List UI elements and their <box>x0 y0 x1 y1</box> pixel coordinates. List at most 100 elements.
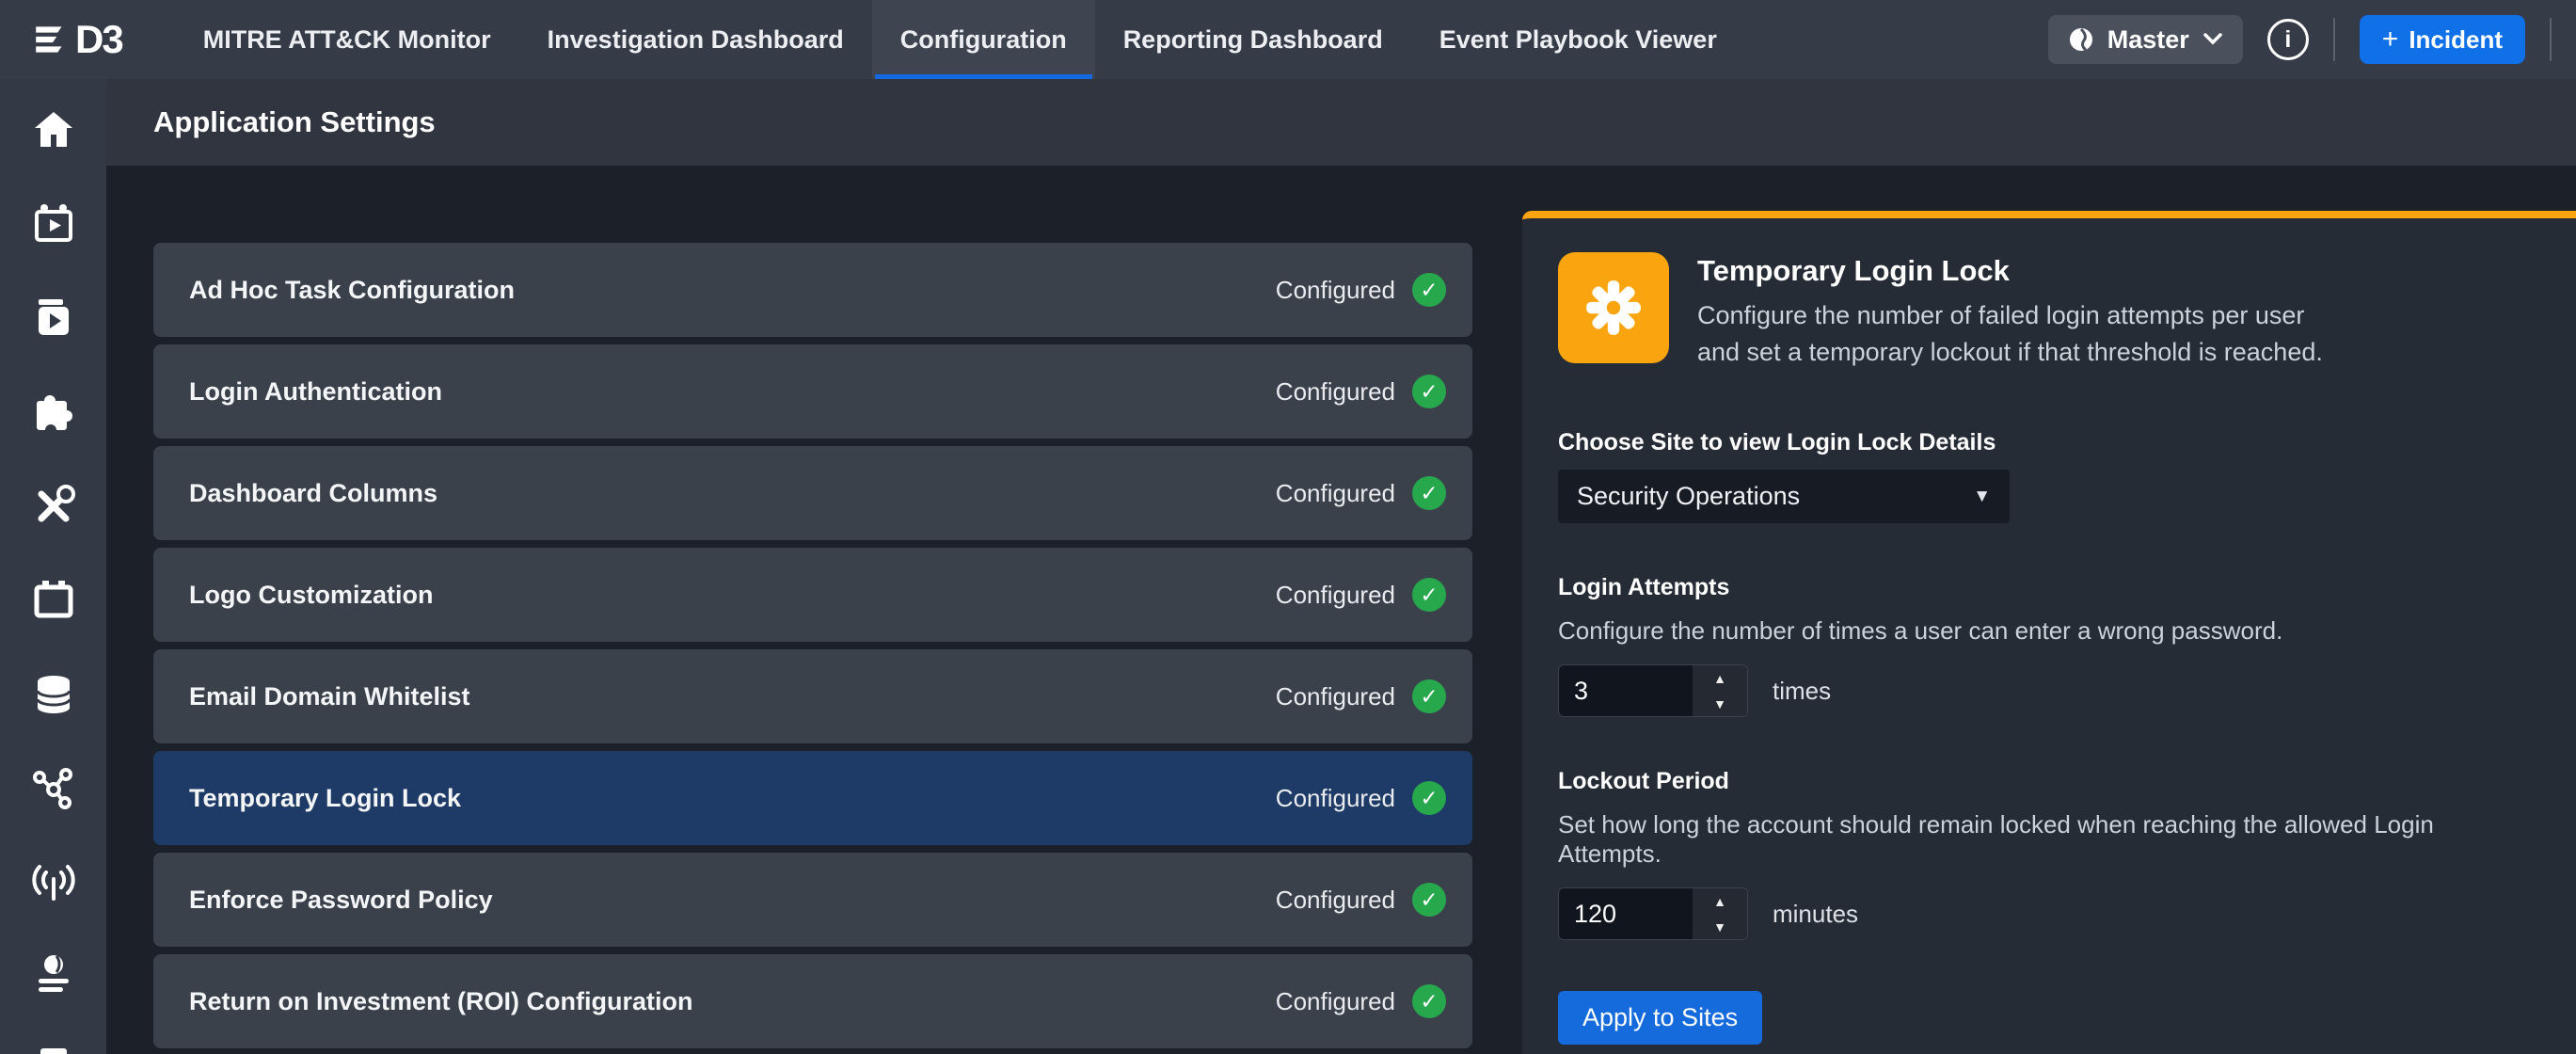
tab-event-playbook-viewer[interactable]: Event Playbook Viewer <box>1411 0 1745 79</box>
tools-icon <box>31 484 76 529</box>
login-attempts-input-row: ▲ ▼ times <box>1558 664 2538 717</box>
settings-row-label: Return on Investment (ROI) Configuration <box>189 987 692 1016</box>
sidebar-item-events[interactable] <box>0 553 106 647</box>
sidebar-item-broadcast[interactable] <box>0 836 106 930</box>
detail-panel-title: Temporary Login Lock <box>1697 254 2323 288</box>
login-attempts-description: Configure the number of times a user can… <box>1558 616 2538 646</box>
calendar-icon <box>31 578 76 623</box>
d3-logo[interactable]: D3 <box>32 0 122 79</box>
login-attempts-input[interactable] <box>1559 665 1693 716</box>
settings-row-email-domain-whitelist[interactable]: Email Domain Whitelist Configured ✓ <box>153 649 1472 743</box>
puzzle-icon <box>31 390 76 435</box>
site-select-value: Security Operations <box>1577 482 1800 511</box>
dropdown-arrow-icon: ▼ <box>1973 487 1991 507</box>
settings-row-label: Temporary Login Lock <box>189 784 461 813</box>
status-label: Configured <box>1276 276 1395 305</box>
chevron-down-icon <box>2202 30 2224 49</box>
settings-row-login-authentication[interactable]: Login Authentication Configured ✓ <box>153 344 1472 439</box>
sidebar-item-data-management[interactable] <box>0 647 106 742</box>
status-label: Configured <box>1276 987 1395 1016</box>
settings-row-label: Dashboard Columns <box>189 479 437 508</box>
arrow-up-icon: ▲ <box>1713 671 1726 686</box>
nav-right-controls: Master i + Incident <box>2048 0 2552 79</box>
settings-row-enforce-password-policy[interactable]: Enforce Password Policy Configured ✓ <box>153 853 1472 947</box>
site-select-dropdown[interactable]: Security Operations ▼ <box>1558 470 2010 523</box>
tab-reporting-dashboard[interactable]: Reporting Dashboard <box>1095 0 1411 79</box>
gear-icon <box>1582 277 1645 339</box>
settings-row-label: Ad Hoc Task Configuration <box>189 276 515 305</box>
info-button[interactable]: i <box>2267 19 2309 60</box>
status-label: Configured <box>1276 377 1395 407</box>
arrow-down-icon: ▼ <box>1713 919 1726 934</box>
detail-panel-header-text: Temporary Login Lock Configure the numbe… <box>1697 252 2323 371</box>
spin-down-button[interactable]: ▼ <box>1693 691 1747 716</box>
arrow-down-icon: ▼ <box>1713 696 1726 711</box>
sidebar-item-utilities[interactable] <box>0 459 106 553</box>
lockout-period-unit: minutes <box>1773 900 1858 929</box>
globe-icon <box>2067 25 2095 54</box>
new-incident-button[interactable]: + Incident <box>2360 15 2525 64</box>
nav-divider <box>2333 18 2335 61</box>
settings-row-roi-configuration[interactable]: Return on Investment (ROI) Configuration… <box>153 954 1472 1048</box>
tab-investigation-dashboard[interactable]: Investigation Dashboard <box>519 0 872 79</box>
configured-check-icon: ✓ <box>1412 476 1446 510</box>
configured-check-icon: ✓ <box>1412 578 1446 612</box>
lockout-period-input[interactable] <box>1559 888 1693 939</box>
settings-row-ad-hoc-task-configuration[interactable]: Ad Hoc Task Configuration Configured ✓ <box>153 243 1472 337</box>
tab-mitre-attck-monitor[interactable]: MITRE ATT&CK Monitor <box>175 0 519 79</box>
sidebar-item-home[interactable] <box>0 83 106 177</box>
spin-up-button[interactable]: ▲ <box>1693 665 1747 691</box>
settings-list: Ad Hoc Task Configuration Configured ✓ L… <box>153 243 1472 1054</box>
sidebar-item-playbooks[interactable] <box>0 271 106 365</box>
lockout-period-stepper: ▲ ▼ <box>1558 887 1748 940</box>
login-attempts-label: Login Attempts <box>1558 574 2538 601</box>
lockout-period-description: Set how long the account should remain l… <box>1558 810 2538 869</box>
configured-check-icon: ✓ <box>1412 984 1446 1018</box>
settings-row-label: Enforce Password Policy <box>189 886 493 915</box>
left-sidebar <box>0 79 106 1054</box>
configured-check-icon: ✓ <box>1412 781 1446 815</box>
info-icon: i <box>2284 26 2291 54</box>
site-select-label: Choose Site to view Login Lock Details <box>1558 429 2538 456</box>
settings-row-dashboard-columns[interactable]: Dashboard Columns Configured ✓ <box>153 446 1472 540</box>
nav-divider-end <box>2550 18 2552 61</box>
detail-panel-header: Temporary Login Lock Configure the numbe… <box>1558 252 2538 371</box>
page-title: Application Settings <box>153 105 436 139</box>
globe-lines-icon <box>31 954 76 999</box>
detail-panel-description-line2: and set a temporary lockout if that thre… <box>1697 334 2323 371</box>
login-attempts-unit: times <box>1773 677 1831 706</box>
d3-logo-text: D3 <box>75 17 122 62</box>
sidebar-item-clipped[interactable] <box>0 1024 106 1054</box>
site-switcher-button[interactable]: Master <box>2048 15 2243 64</box>
status-label: Configured <box>1276 479 1395 508</box>
settings-row-label: Logo Customization <box>189 581 433 610</box>
page-header: Application Settings <box>106 79 2576 166</box>
settings-row-temporary-login-lock[interactable]: Temporary Login Lock Configured ✓ <box>153 751 1472 845</box>
configured-check-icon: ✓ <box>1412 883 1446 917</box>
login-attempts-spin-buttons: ▲ ▼ <box>1693 665 1747 716</box>
sidebar-item-scheduled-playbooks[interactable] <box>0 177 106 271</box>
apply-to-sites-button[interactable]: Apply to Sites <box>1558 991 1762 1045</box>
book-play-icon <box>31 295 76 341</box>
home-icon <box>31 107 76 152</box>
settings-row-label: Login Authentication <box>189 377 442 407</box>
sidebar-item-sites[interactable] <box>0 930 106 1024</box>
sidebar-item-link-analysis[interactable] <box>0 742 106 836</box>
detail-panel-description-line1: Configure the number of failed login att… <box>1697 297 2323 334</box>
status-label: Configured <box>1276 682 1395 711</box>
lockout-period-input-row: ▲ ▼ minutes <box>1558 887 2538 940</box>
login-attempts-stepper: ▲ ▼ <box>1558 664 1748 717</box>
calendar-play-icon <box>31 201 76 247</box>
configured-check-icon: ✓ <box>1412 679 1446 713</box>
database-icon <box>31 672 76 717</box>
spin-down-button[interactable]: ▼ <box>1693 914 1747 939</box>
tab-configuration[interactable]: Configuration <box>872 0 1095 79</box>
sidebar-item-integrations[interactable] <box>0 365 106 459</box>
spin-up-button[interactable]: ▲ <box>1693 888 1747 914</box>
d3-logo-mark-icon <box>32 19 72 60</box>
status-label: Configured <box>1276 581 1395 610</box>
configured-check-icon: ✓ <box>1412 273 1446 307</box>
settings-row-logo-customization[interactable]: Logo Customization Configured ✓ <box>153 548 1472 642</box>
lockout-period-label: Lockout Period <box>1558 768 2538 795</box>
status-label: Configured <box>1276 784 1395 813</box>
